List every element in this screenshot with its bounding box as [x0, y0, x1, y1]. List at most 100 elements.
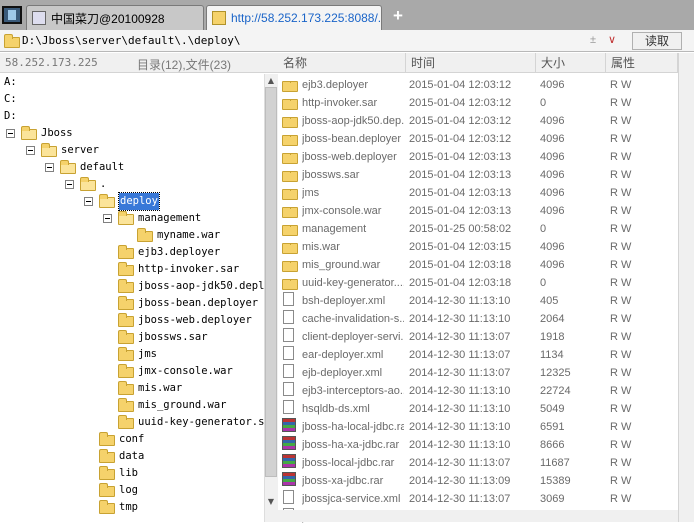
folder-icon [282, 243, 298, 254]
tree-node[interactable]: jmx-console.war [0, 363, 264, 380]
collapse-toggle-icon[interactable] [45, 163, 54, 172]
file-attr: R W [610, 385, 632, 397]
file-row[interactable]: ejb-deployer.xml 2014-12-30 11:13:07 12325… [278, 364, 678, 382]
file-row[interactable]: hsqldb-ds.xml 2014-12-30 11:13:10 5049 R W [278, 400, 678, 418]
tree-node-label: jmx-console.war [138, 365, 233, 377]
file-time: 2015-01-04 12:03:18 [409, 277, 512, 289]
tree-node[interactable]: . [0, 176, 264, 193]
tab-label: 中国菜刀@20100928 [51, 11, 165, 26]
file-row[interactable]: jboss-ha-local-jdbc.rar 2014-12-30 11:13:… [278, 418, 678, 436]
tree-node[interactable]: A: [0, 74, 264, 91]
tree-node[interactable]: http-invoker.sar [0, 261, 264, 278]
tree-node[interactable]: tmp [0, 499, 264, 516]
tree-node[interactable]: management [0, 210, 264, 227]
path-input[interactable]: D:\Jboss\server\default\.\deploy\ [22, 33, 241, 49]
file-icon [283, 310, 294, 324]
scroll-up-icon[interactable]: ▲ [264, 75, 278, 87]
tree-node[interactable]: jboss-aop-jdk50.deployer [0, 278, 264, 295]
tree-node[interactable]: server [0, 142, 264, 159]
column-attr[interactable]: 属性 [606, 53, 678, 73]
folder-icon [118, 245, 134, 259]
file-time: 2014-12-30 11:13:10 [409, 439, 511, 451]
tree-node[interactable]: D: [0, 108, 264, 125]
path-history-dropdown[interactable]: ± ∨ [590, 34, 628, 49]
file-row[interactable]: mis_ground.war 2015-01-04 12:03:18 4096 R W [278, 256, 678, 274]
tree-node[interactable]: myname.war [0, 227, 264, 244]
folder-icon [99, 432, 115, 446]
collapse-toggle-icon[interactable] [6, 129, 15, 138]
file-name: hsqldb-ds.xml [302, 403, 370, 415]
tree-node[interactable]: jbossws.sar [0, 329, 264, 346]
tree-node[interactable]: default [0, 159, 264, 176]
tree-node-label: jboss-web.deployer [138, 314, 252, 326]
tree-node[interactable]: mis.war [0, 380, 264, 397]
column-name[interactable]: 名称 [278, 53, 406, 73]
collapse-toggle-icon[interactable] [26, 146, 35, 155]
file-row[interactable]: client-deployer-servi... 2014-12-30 11:13… [278, 328, 678, 346]
collapse-toggle-icon[interactable] [103, 214, 112, 223]
file-row[interactable]: uuid-key-generator.... 2015-01-04 12:03:1… [278, 274, 678, 292]
tab-caidao[interactable]: 中国菜刀@20100928 [26, 5, 204, 30]
folder-icon [118, 330, 134, 344]
column-time[interactable]: 时间 [406, 53, 536, 73]
folder-icon [99, 194, 115, 208]
file-row[interactable]: jboss-bean.deployer 2015-01-04 12:03:12 40… [278, 130, 678, 148]
archive-icon [282, 472, 296, 486]
tree-node[interactable]: deploy [0, 192, 264, 211]
file-row[interactable]: http-invoker.sar 2015-01-04 12:03:12 0 R W [278, 94, 678, 112]
file-row[interactable]: jmx-console.war 2015-01-04 12:03:13 4096 R … [278, 202, 678, 220]
file-size: 4096 [540, 187, 565, 199]
tree-node-label: http-invoker.sar [138, 263, 240, 275]
tree-node[interactable]: ejb3.deployer [0, 244, 264, 261]
tree-node[interactable]: Jboss [0, 125, 264, 142]
folder-icon [282, 117, 298, 128]
file-row[interactable]: jboss-local-jdbc.rar 2014-12-30 11:13:07 1… [278, 454, 678, 472]
file-row[interactable]: management 2015-01-25 00:58:02 0 R W [278, 220, 678, 238]
file-row[interactable]: jms 2015-01-04 12:03:13 4096 R W [278, 184, 678, 202]
file-time: 2015-01-04 12:03:13 [409, 169, 512, 181]
folder-icon [21, 126, 37, 140]
file-row[interactable]: ejb3.deployer 2015-01-04 12:03:12 4096 R W [278, 76, 678, 94]
tab-target-url[interactable]: http://58.252.173.225:8088/... [206, 5, 382, 30]
list-scrollbar[interactable] [678, 53, 694, 522]
file-attr: R W [610, 295, 632, 307]
read-button[interactable]: 读取 [632, 32, 682, 50]
file-row[interactable]: ear-deployer.xml 2014-12-30 11:13:07 1134 R… [278, 346, 678, 364]
tree-node[interactable]: conf [0, 431, 264, 448]
file-row[interactable]: bsh-deployer.xml 2014-12-30 11:13:10 405 R … [278, 292, 678, 310]
tree-node[interactable]: jboss-bean.deployer [0, 295, 264, 312]
file-row[interactable]: jbossjca-service.xml 2014-12-30 11:13:07 3… [278, 490, 678, 508]
new-tab-button[interactable]: + [390, 6, 406, 26]
file-name: mis.war [302, 241, 340, 253]
tree-node[interactable]: mis_ground.war [0, 397, 264, 414]
tree-node[interactable]: C: [0, 91, 264, 108]
file-time: 2014-12-30 11:13:07 [409, 349, 511, 361]
tree-node[interactable]: lib [0, 465, 264, 482]
folder-icon [99, 449, 115, 463]
file-row[interactable]: ejb3-interceptors-ao... 2014-12-30 11:13:… [278, 382, 678, 400]
file-attr: R W [610, 457, 632, 469]
file-time: 2015-01-04 12:03:12 [409, 97, 512, 109]
tree-node[interactable]: jms [0, 346, 264, 363]
file-attr: R W [610, 79, 632, 91]
scroll-down-icon[interactable]: ▼ [264, 496, 278, 508]
tree-node[interactable]: uuid-key-generator.sar [0, 414, 264, 431]
file-row[interactable]: jboss-web.deployer 2015-01-04 12:03:13 409… [278, 148, 678, 166]
tree-node[interactable]: data [0, 448, 264, 465]
file-row[interactable]: jboss-ha-xa-jdbc.rar 2014-12-30 11:13:10 8… [278, 436, 678, 454]
column-size[interactable]: 大小 [536, 53, 606, 73]
list-hscrollbar[interactable] [278, 510, 678, 522]
file-row[interactable]: jboss-xa-jdbc.rar 2014-12-30 11:13:09 1538… [278, 472, 678, 490]
file-row[interactable]: jbossws.sar 2015-01-04 12:03:13 4096 R W [278, 166, 678, 184]
tree-scroll-thumb[interactable] [265, 87, 277, 477]
file-row[interactable]: cache-invalidation-s... 2014-12-30 11:13:… [278, 310, 678, 328]
collapse-toggle-icon[interactable] [84, 197, 93, 206]
tree-node-label: data [119, 450, 145, 462]
file-row[interactable]: jboss-aop-jdk50.dep... 2015-01-04 12:03:1… [278, 112, 678, 130]
file-row[interactable]: mis.war 2015-01-04 12:03:15 4096 R W [278, 238, 678, 256]
tree-node[interactable]: log [0, 482, 264, 499]
collapse-toggle-icon[interactable] [65, 180, 74, 189]
file-name: ejb-deployer.xml [302, 367, 383, 379]
folder-icon [282, 135, 298, 146]
tree-node[interactable]: jboss-web.deployer [0, 312, 264, 329]
